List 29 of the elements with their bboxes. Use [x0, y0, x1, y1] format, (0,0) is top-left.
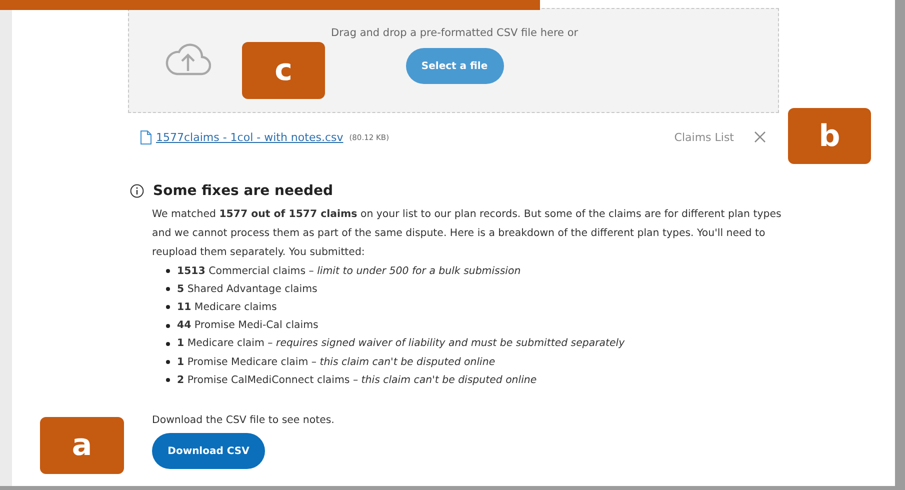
- list-type-label: Claims List: [674, 130, 734, 144]
- claim-summary: 11 Medicare claims: [177, 302, 277, 313]
- bullet-icon: [166, 305, 170, 310]
- bullet-icon: [166, 287, 170, 292]
- claim-summary: 1513 Commercial claims – limit to under 500 for a bulk submission: [177, 266, 521, 277]
- claim-summary: 44 Promise Medi-Cal claims: [177, 320, 318, 332]
- download-hint: Download the CSV file to see notes.: [152, 415, 334, 426]
- annotation-badge: c: [242, 42, 325, 99]
- notice-title: Some fixes are needed: [153, 183, 333, 199]
- notice-text: We matched 1577 out of 1577 claims on your list to our plan records. But some of the claims are for different plan types and we cannot process them as part of the same dispute. Here is a breakdown of the different plan types. You'll need to reupload them separately. You submitted:: [152, 208, 782, 260]
- select-file-button[interactable]: Select a file: [406, 48, 504, 84]
- close-icon: [754, 131, 766, 143]
- info-icon: [130, 184, 144, 198]
- bullet-icon: [166, 378, 170, 382]
- bullet-icon: [166, 324, 170, 328]
- upload-prompt: Drag and drop a pre-formatted CSV file here or: [331, 27, 578, 39]
- file-icon: [140, 130, 152, 144]
- bullet-icon: [166, 342, 170, 346]
- claim-summary: 5 Shared Advantage claims: [177, 284, 318, 295]
- claim-summary: 2 Promise CalMediConnect claims – this claim can't be disputed online: [177, 374, 537, 386]
- claim-summary: 1 Medicare claim – requires signed waiver of liability and must be submitted separately: [177, 338, 625, 350]
- close-button[interactable]: [754, 131, 766, 143]
- annotation-badge: b: [788, 108, 871, 164]
- bullet-icon: [166, 360, 170, 364]
- bullet-icon: [166, 269, 170, 274]
- annotation-badge: a: [40, 417, 124, 474]
- download-csv-button[interactable]: Download CSV: [152, 433, 265, 470]
- file-link[interactable]: 1577claims - 1col - with notes.csv: [156, 130, 344, 144]
- claim-summary: 1 Promise Medicare claim – this claim can't be disputed online: [177, 356, 496, 368]
